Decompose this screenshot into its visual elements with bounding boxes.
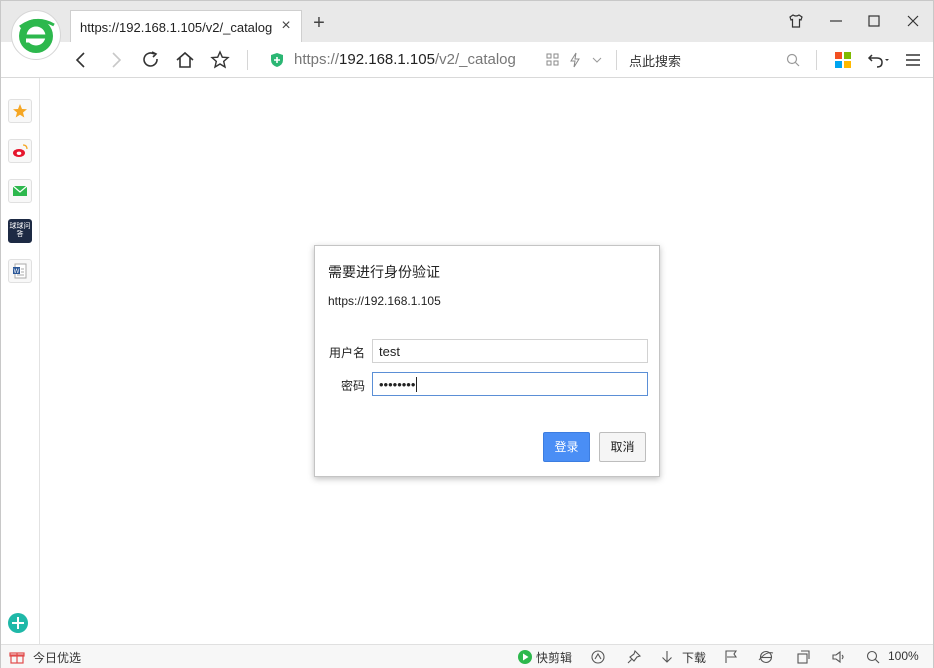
address-toolbar: https://192.168.1.105/v2/_catalog 点此搜索 bbox=[1, 42, 933, 78]
browser-window: https://192.168.1.105/v2/_catalog × + ht… bbox=[0, 0, 934, 668]
status-bar: 今日优选 快剪辑 下载 100% bbox=[1, 644, 933, 668]
tab-close-icon[interactable]: × bbox=[278, 17, 294, 35]
zoom-icon[interactable] bbox=[865, 649, 881, 665]
skin-icon[interactable] bbox=[783, 9, 809, 33]
search-icon[interactable] bbox=[782, 48, 806, 72]
qrcode-icon[interactable] bbox=[542, 48, 566, 72]
download-link[interactable]: 下载 bbox=[682, 649, 706, 666]
speed-mode-icon[interactable] bbox=[564, 48, 588, 72]
window-mode-icon[interactable] bbox=[795, 649, 811, 665]
browser-logo-icon[interactable] bbox=[11, 10, 61, 60]
url-host: 192.168.1.105 bbox=[339, 51, 435, 68]
pin-icon[interactable] bbox=[626, 649, 642, 665]
mail-icon[interactable] bbox=[8, 179, 32, 203]
username-label: 用户名 bbox=[328, 346, 365, 360]
forward-icon[interactable] bbox=[104, 48, 128, 72]
cancel-button[interactable]: 取消 bbox=[599, 432, 646, 462]
today-picks-link[interactable]: 今日优选 bbox=[33, 649, 81, 666]
toolbar-divider bbox=[247, 50, 248, 70]
password-field[interactable]: •••••••• bbox=[372, 372, 648, 396]
maximize-icon[interactable] bbox=[861, 9, 887, 33]
auth-dialog: 需要进行身份验证 https://192.168.1.105 用户名 test … bbox=[314, 245, 660, 477]
sidebar: 球球问答 W bbox=[1, 78, 40, 644]
weibo-icon[interactable] bbox=[8, 139, 32, 163]
undo-close-tab-icon[interactable] bbox=[865, 48, 889, 72]
zoom-level[interactable]: 100% bbox=[888, 649, 919, 663]
minimize-icon[interactable] bbox=[823, 9, 849, 33]
home-icon[interactable] bbox=[173, 48, 197, 72]
qiuqiu-icon[interactable]: 球球问答 bbox=[8, 219, 32, 243]
ie-mode-icon[interactable] bbox=[758, 649, 774, 665]
back-icon[interactable] bbox=[69, 48, 93, 72]
new-tab-button[interactable]: + bbox=[308, 13, 330, 35]
search-divider bbox=[616, 50, 617, 70]
password-label: 密码 bbox=[340, 379, 365, 393]
chevron-down-icon[interactable] bbox=[586, 48, 610, 72]
search-input[interactable]: 点此搜索 bbox=[629, 51, 681, 70]
quick-clip-link[interactable]: 快剪辑 bbox=[536, 649, 572, 666]
flag-icon[interactable] bbox=[723, 649, 739, 665]
svg-text:W: W bbox=[14, 269, 20, 275]
dialog-title: 需要进行身份验证 bbox=[328, 264, 440, 280]
dialog-host: https://192.168.1.105 bbox=[328, 294, 441, 308]
refresh-icon[interactable] bbox=[139, 48, 163, 72]
tab-bar: https://192.168.1.105/v2/_catalog × + bbox=[1, 1, 933, 43]
bookmark-star-icon[interactable] bbox=[208, 48, 232, 72]
tab-active[interactable]: https://192.168.1.105/v2/_catalog × bbox=[70, 10, 302, 43]
text-caret bbox=[416, 377, 418, 392]
login-button[interactable]: 登录 bbox=[543, 432, 590, 462]
address-url[interactable]: https://192.168.1.105/v2/_catalog bbox=[294, 51, 516, 68]
volume-icon[interactable] bbox=[831, 649, 847, 665]
accelerate-icon[interactable] bbox=[590, 649, 606, 665]
url-path: /v2/_catalog bbox=[434, 51, 516, 68]
gift-icon[interactable] bbox=[9, 649, 25, 665]
apps-grid-icon[interactable] bbox=[831, 48, 855, 72]
apps-divider bbox=[816, 50, 817, 70]
menu-icon[interactable] bbox=[902, 48, 926, 72]
username-field[interactable]: test bbox=[372, 339, 648, 363]
close-window-icon[interactable] bbox=[900, 9, 926, 33]
add-service-icon[interactable] bbox=[8, 612, 32, 636]
star-icon[interactable] bbox=[8, 99, 32, 123]
secure-shield-icon[interactable] bbox=[269, 52, 285, 68]
password-mask: •••••••• bbox=[379, 377, 416, 392]
word-icon[interactable]: W bbox=[8, 259, 32, 283]
quick-clip-icon[interactable] bbox=[517, 649, 533, 665]
download-icon[interactable] bbox=[659, 649, 675, 665]
url-prefix: https:// bbox=[294, 51, 340, 68]
tab-title: https://192.168.1.105/v2/_catalog bbox=[80, 20, 273, 35]
